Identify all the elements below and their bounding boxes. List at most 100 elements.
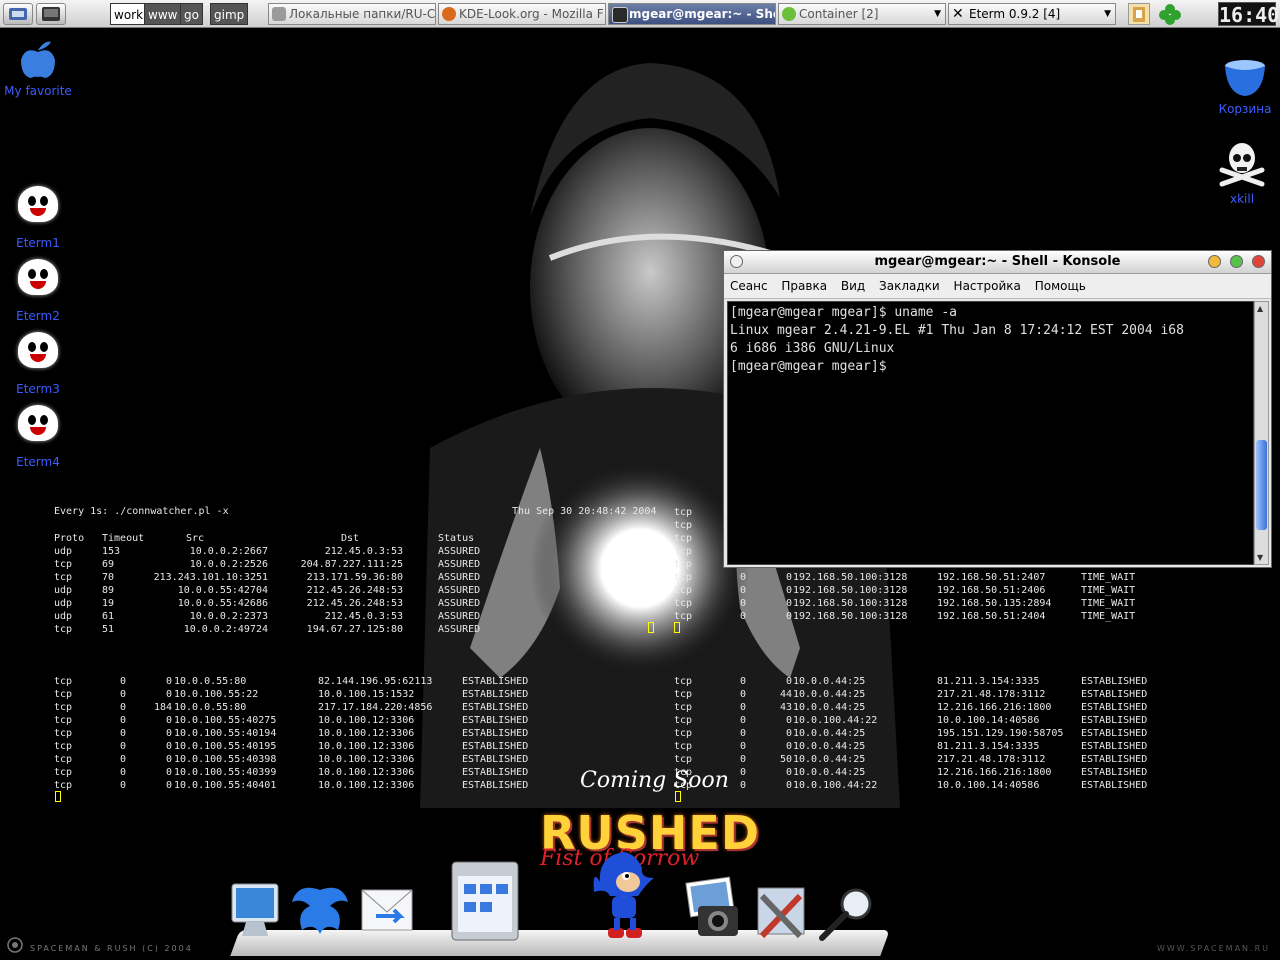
- cell-state: ESTABLISHED: [462, 689, 529, 700]
- clover-icon: [1159, 4, 1181, 25]
- desktop-work[interactable]: work: [110, 3, 148, 25]
- cell-local: 10.0.0.44:25: [793, 741, 866, 752]
- desktop-icon-eterm4[interactable]: Eterm4: [0, 405, 83, 469]
- desktop-go[interactable]: go: [180, 3, 203, 25]
- task-local-folders[interactable]: Локальные папки/RU-C: [268, 3, 436, 25]
- cell-local: 10.0.100.55:40401: [174, 780, 277, 791]
- cell-send-q: 0: [785, 741, 792, 752]
- mail-icon[interactable]: [356, 882, 420, 942]
- desktop-icon-label: Eterm3: [16, 382, 60, 396]
- task-container[interactable]: Container [2] ▼: [778, 3, 946, 25]
- desktop-icon-my-favorite[interactable]: My favorite: [0, 36, 83, 98]
- cell-state: ESTABLISHED: [1081, 754, 1148, 765]
- maximize-button[interactable]: [1230, 255, 1243, 268]
- task-eterm[interactable]: ✕ Eterm 0.9.2 [4] ▼: [948, 3, 1116, 25]
- cell-foreign: 192.168.50.51:2406: [937, 585, 1046, 596]
- menu-settings[interactable]: Настройка: [954, 279, 1021, 293]
- cell-src: 10.0.0.55:42704: [177, 585, 268, 596]
- cell-src: 10.0.0.2:2373: [189, 611, 268, 622]
- tray-clover-button[interactable]: [1158, 3, 1182, 25]
- cell-src: 10.0.0.2:2667: [189, 546, 268, 557]
- terminal-area[interactable]: [mgear@mgear mgear]$ uname -a Linux mgea…: [727, 301, 1254, 565]
- cell-state: ESTABLISHED: [1081, 741, 1148, 752]
- glowing-orb: [530, 458, 750, 678]
- scroll-up-icon[interactable]: ▲: [1257, 304, 1263, 313]
- watch-date: Thu Sep 30 20:48:42 2004: [512, 506, 657, 517]
- desktop-icon-trash[interactable]: Корзина: [1200, 56, 1280, 116]
- desktop-icon-label: Корзина: [1218, 102, 1272, 116]
- task-mozilla[interactable]: KDE-Look.org - Mozilla F: [438, 3, 606, 25]
- window-menu-button[interactable]: [730, 255, 743, 268]
- cell-proto: tcp: [674, 520, 693, 531]
- cell-state: TIME_WAIT: [1081, 598, 1136, 609]
- trash-icon: [1225, 60, 1265, 96]
- scroll-down-icon[interactable]: ▼: [1257, 553, 1263, 562]
- menu-view[interactable]: Вид: [841, 279, 865, 293]
- cell-foreign: 10.0.100.12:3306: [318, 741, 415, 752]
- task-shell[interactable]: mgear@mgear:~ - Shell: [608, 3, 776, 25]
- clock[interactable]: 16:40: [1218, 2, 1279, 27]
- terminal-scrollbar[interactable]: ▲ ▼: [1254, 301, 1269, 565]
- cell-timeout: 19: [102, 598, 115, 609]
- cell-send-q: 0: [785, 598, 792, 609]
- cell-local: 10.0.100.44:22: [793, 715, 878, 726]
- terminal-line: 6 i686 i386 GNU/Linux: [730, 341, 895, 356]
- cell-foreign: 10.0.100.12:3306: [318, 767, 415, 778]
- ghost-icon: [18, 259, 58, 295]
- konsole-window[interactable]: mgear@mgear:~ - Shell - Konsole Сеанс Пр…: [723, 250, 1272, 568]
- finder-icon[interactable]: [446, 856, 526, 946]
- show-desktop-button[interactable]: [36, 3, 66, 25]
- cell-local: 10.0.100.55:40275: [174, 715, 277, 726]
- cell-send-q: 0: [165, 741, 172, 752]
- tools-icon[interactable]: [750, 882, 812, 944]
- cell-foreign: 217.17.184.220:4856: [318, 702, 433, 713]
- close-button[interactable]: [1252, 255, 1265, 268]
- klipper-button[interactable]: [1128, 3, 1150, 25]
- cell-state: ESTABLISHED: [462, 676, 529, 687]
- phoenix-icon[interactable]: [288, 882, 352, 942]
- menu-session[interactable]: Сеанс: [730, 279, 768, 293]
- cell-local: 10.0.100.44:22: [793, 780, 878, 791]
- cell-send-q: 0: [165, 676, 172, 687]
- cell-local: 10.0.100.55:40195: [174, 741, 277, 752]
- menu-bookmarks[interactable]: Закладки: [879, 279, 940, 293]
- x-icon: ✕: [952, 6, 964, 22]
- cell-proto: tcp: [674, 507, 693, 518]
- cell-foreign: 10.0.100.14:40586: [937, 780, 1040, 791]
- cell-local: 192.168.50.100:3128: [793, 585, 908, 596]
- desktop-icon-eterm1[interactable]: Eterm1: [0, 186, 83, 250]
- minimize-button[interactable]: [1208, 255, 1221, 268]
- desktop-gimp[interactable]: gimp: [210, 3, 249, 25]
- desktop-icon-xkill[interactable]: xkill: [1197, 140, 1280, 206]
- monitor-icon[interactable]: [228, 880, 284, 944]
- cell-send-q: 44: [779, 689, 792, 700]
- watch-columns: Proto Timeout Src Dst Status: [54, 533, 475, 544]
- cell-local: 192.168.50.100:3128: [793, 611, 908, 622]
- wallpaper-credit-right: WWW.SPACEMAN.RU: [1156, 944, 1270, 953]
- cell-state: ESTABLISHED: [462, 715, 529, 726]
- magnifier-icon[interactable]: [814, 884, 880, 944]
- desktop-icon-eterm2[interactable]: Eterm2: [0, 259, 83, 323]
- photos-icon[interactable]: [684, 876, 748, 942]
- cell-local: 10.0.100.55:22: [174, 689, 259, 700]
- desktop-www[interactable]: www: [144, 3, 182, 25]
- konsole-titlebar[interactable]: mgear@mgear:~ - Shell - Konsole: [724, 251, 1271, 274]
- cell-send-q: 0: [165, 715, 172, 726]
- cell-status: ASSURED: [438, 585, 481, 596]
- cell-send-q: 0: [785, 585, 792, 596]
- cell-send-q: 0: [165, 728, 172, 739]
- cell-dst: 213.171.59.36:80: [306, 572, 403, 583]
- cell-dst: 204.87.227.111:25: [300, 559, 403, 570]
- cell-status: ASSURED: [438, 598, 481, 609]
- cell-timeout: 89: [102, 585, 115, 596]
- menu-help[interactable]: Помощь: [1035, 279, 1086, 293]
- cell-state: ESTABLISHED: [1081, 715, 1148, 726]
- konsole-icon: [612, 7, 628, 23]
- ghost-icon: [18, 332, 58, 368]
- scrollbar-thumb[interactable]: [1256, 440, 1267, 531]
- cell-foreign: 10.0.100.12:3306: [318, 715, 415, 726]
- desktop-icon-eterm3[interactable]: Eterm3: [0, 332, 83, 396]
- kmenu-button[interactable]: [3, 3, 33, 25]
- menu-edit[interactable]: Правка: [781, 279, 827, 293]
- cell-state: ESTABLISHED: [1081, 702, 1148, 713]
